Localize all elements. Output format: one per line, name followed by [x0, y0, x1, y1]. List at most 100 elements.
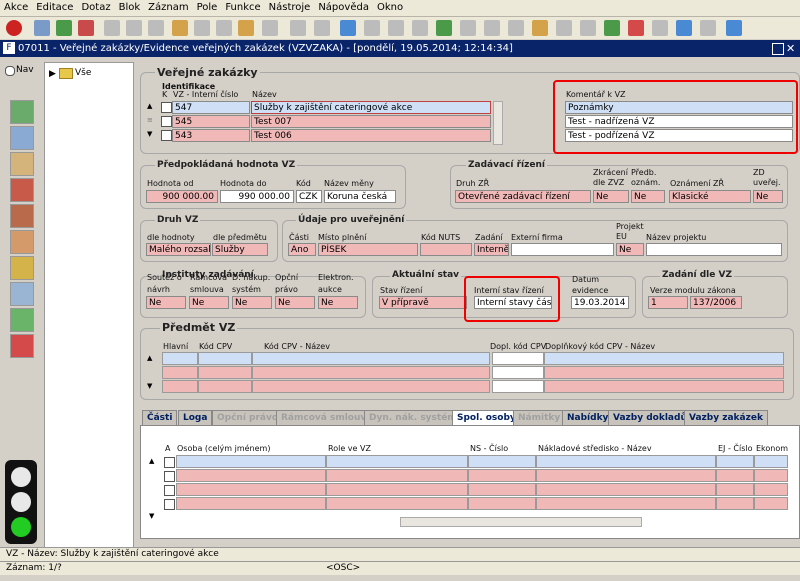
delete-record-icon[interactable] [78, 20, 94, 36]
predmet-cell[interactable] [198, 380, 252, 393]
osoby-cell[interactable] [176, 469, 326, 482]
mail-icon[interactable] [290, 20, 306, 36]
vz-id[interactable]: 543 [172, 129, 250, 142]
about-icon[interactable] [726, 20, 742, 36]
osoby-cell[interactable] [468, 483, 536, 496]
osoby-cell[interactable] [754, 469, 788, 482]
dle-hodnoty-field[interactable]: Malého rozsahu [146, 243, 211, 256]
tab-loga[interactable]: Loga [178, 410, 213, 426]
casti-field[interactable]: Ano [288, 243, 316, 256]
nav-briefcase-icon[interactable] [10, 178, 34, 202]
calc-icon[interactable] [484, 20, 500, 36]
zakon-field[interactable]: 137/2006 [690, 296, 742, 309]
exit-icon[interactable] [6, 20, 22, 36]
restore-icon[interactable] [772, 43, 784, 55]
tree-expand-icon[interactable]: ▶ [49, 69, 56, 79]
nav-book-icon[interactable] [10, 152, 34, 176]
osoby-cell[interactable] [536, 469, 716, 482]
predmet-cell[interactable] [492, 366, 544, 379]
menu-napoveda[interactable]: Nápověda [314, 0, 373, 15]
scroll-up-icon[interactable]: ▲ [147, 102, 155, 111]
osoby-cell[interactable] [176, 455, 326, 468]
osoby-cell[interactable] [468, 497, 536, 510]
vz-name[interactable]: Služby k zajištění cateringové akce [251, 101, 491, 114]
execute-query-icon[interactable] [126, 20, 142, 36]
row-checkbox[interactable] [161, 130, 172, 141]
report-icon[interactable] [364, 20, 380, 36]
excel-icon[interactable] [604, 20, 620, 36]
vz-id[interactable]: 545 [172, 115, 250, 128]
osoby-cell[interactable] [754, 497, 788, 510]
edit-icon[interactable] [172, 20, 188, 36]
filter-icon[interactable] [216, 20, 232, 36]
link-icon[interactable] [508, 20, 524, 36]
menu-pole[interactable]: Pole [193, 0, 222, 15]
misto-plneni-field[interactable]: PÍSEK [318, 243, 418, 256]
osoby-scroll-up-icon[interactable]: ▲ [149, 457, 154, 465]
nav-radio[interactable] [5, 66, 15, 76]
info-icon[interactable] [556, 20, 572, 36]
insert-record-icon[interactable] [56, 20, 72, 36]
osoby-cell[interactable] [754, 455, 788, 468]
stav-rizeni-field[interactable]: V přípravě [379, 296, 467, 309]
externi-firma-field[interactable] [511, 243, 614, 256]
nav-stamp-icon[interactable] [10, 204, 34, 228]
nazev-projektu-field[interactable] [646, 243, 782, 256]
zadani-field[interactable]: Interně [474, 243, 509, 256]
menu-blok[interactable]: Blok [115, 0, 145, 15]
osoby-scroll-down-icon[interactable]: ▼ [149, 512, 154, 520]
osoby-cell[interactable] [176, 483, 326, 496]
predmet-cell[interactable] [198, 366, 252, 379]
predmet-cell[interactable] [198, 352, 252, 365]
tab-opcni-pravo[interactable]: Opční právo [212, 410, 284, 426]
nav-add-icon[interactable] [10, 308, 34, 332]
table-icon[interactable] [148, 20, 164, 36]
hodnota-do-field[interactable]: 990 000.00 [220, 190, 294, 203]
kod-meny-field[interactable]: CZK [296, 190, 322, 203]
osoby-cell[interactable] [326, 469, 468, 482]
menu-funkce[interactable]: Funkce [221, 0, 264, 15]
opcni-field[interactable]: Ne [275, 296, 315, 309]
osoby-cell[interactable] [326, 497, 468, 510]
tab-vazby-zakazek[interactable]: Vazby zakázek [684, 410, 768, 426]
predmet-cell[interactable] [162, 380, 198, 393]
vz-name[interactable]: Test 006 [251, 129, 491, 142]
druh-zr-field[interactable]: Otevřené zadávací řízení [455, 190, 591, 203]
predmet-cell[interactable] [544, 380, 784, 393]
osoby-cell[interactable] [716, 469, 754, 482]
ramcova-field[interactable]: Ne [189, 296, 229, 309]
grid-icon[interactable] [580, 20, 596, 36]
zkraceni-field[interactable]: Ne [593, 190, 629, 203]
folder-icon[interactable] [532, 20, 548, 36]
vz-name[interactable]: Test 007 [251, 115, 491, 128]
help-icon[interactable] [676, 20, 692, 36]
menu-akce[interactable]: Akce [0, 0, 32, 15]
datum-evidence-field[interactable]: 19.03.2014 [571, 296, 629, 309]
osoby-cell[interactable] [326, 455, 468, 468]
tab-spol-osoby[interactable]: Spol. osoby [452, 410, 521, 426]
attach-icon[interactable] [314, 20, 330, 36]
import-icon[interactable] [412, 20, 428, 36]
osoby-cell[interactable] [468, 455, 536, 468]
tab-namitky[interactable]: Námitky [513, 410, 566, 426]
predmet-scroll-up-icon[interactable]: ▲ [147, 354, 152, 362]
menu-editace[interactable]: Editace [32, 0, 77, 15]
tab-dns[interactable]: Dyn. nák. systém [364, 410, 462, 426]
osoby-cell[interactable] [468, 469, 536, 482]
tree-root-label[interactable]: Vše [75, 68, 91, 78]
zd-field[interactable]: Ne [753, 190, 783, 203]
osoby-cell[interactable] [536, 497, 716, 510]
settings-icon[interactable] [652, 20, 668, 36]
predmet-cell[interactable] [162, 366, 198, 379]
row-checkbox[interactable] [161, 102, 172, 113]
nav-document-icon[interactable] [10, 282, 34, 306]
print-icon[interactable] [340, 20, 356, 36]
predmet-cell[interactable] [252, 380, 490, 393]
predmet-cell[interactable] [252, 352, 490, 365]
identifikace-scrollbar[interactable] [493, 101, 503, 145]
menu-dotaz[interactable]: Dotaz [77, 0, 114, 15]
sum-icon[interactable] [262, 20, 278, 36]
tab-casti[interactable]: Části [142, 410, 178, 426]
predmet-cell[interactable] [252, 366, 490, 379]
osoby-cell[interactable] [176, 497, 326, 510]
